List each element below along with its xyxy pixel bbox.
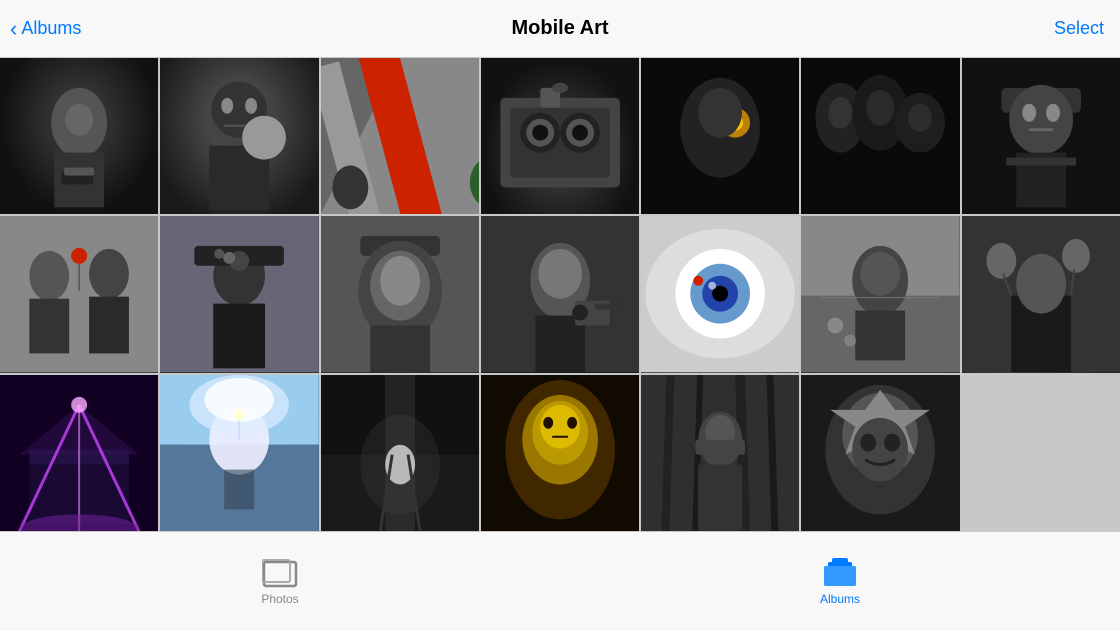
photo-cell[interactable] [481, 375, 639, 531]
back-label: Albums [21, 18, 81, 39]
photo-cell[interactable] [0, 375, 158, 531]
photo-grid [0, 58, 1120, 531]
select-button[interactable]: Select [1054, 18, 1104, 39]
photo-cell[interactable] [962, 58, 1120, 214]
photo-cell[interactable] [321, 216, 479, 372]
photo-cell[interactable] [962, 216, 1120, 372]
photo-cell[interactable] [801, 216, 959, 372]
back-button[interactable]: ‹ Albums [10, 18, 81, 40]
navigation-bar: ‹ Albums Mobile Art Select [0, 0, 1120, 58]
page-title: Mobile Art [511, 17, 608, 40]
photo-cell[interactable] [160, 216, 318, 372]
photo-cell[interactable] [160, 375, 318, 531]
chevron-left-icon: ‹ [10, 18, 17, 40]
photo-cell[interactable] [641, 375, 799, 531]
photo-cell[interactable] [481, 216, 639, 372]
tab-bar: Photos Albums [0, 531, 1120, 631]
photo-cell[interactable] [0, 216, 158, 372]
photos-tab-icon [262, 558, 298, 588]
photo-cell[interactable] [321, 58, 479, 214]
albums-tab-icon [822, 558, 858, 588]
photo-cell[interactable] [0, 58, 158, 214]
photo-cell[interactable] [641, 58, 799, 214]
tab-photos[interactable]: Photos [220, 558, 340, 606]
photo-cell[interactable] [801, 375, 959, 531]
tab-albums[interactable]: Albums [780, 558, 900, 606]
photo-cell[interactable] [321, 375, 479, 531]
photo-cell[interactable] [641, 216, 799, 372]
photo-cell[interactable] [160, 58, 318, 214]
photos-tab-label: Photos [261, 592, 298, 606]
albums-tab-label: Albums [820, 592, 860, 606]
photo-cell[interactable] [801, 58, 959, 214]
photo-cell[interactable] [481, 58, 639, 214]
